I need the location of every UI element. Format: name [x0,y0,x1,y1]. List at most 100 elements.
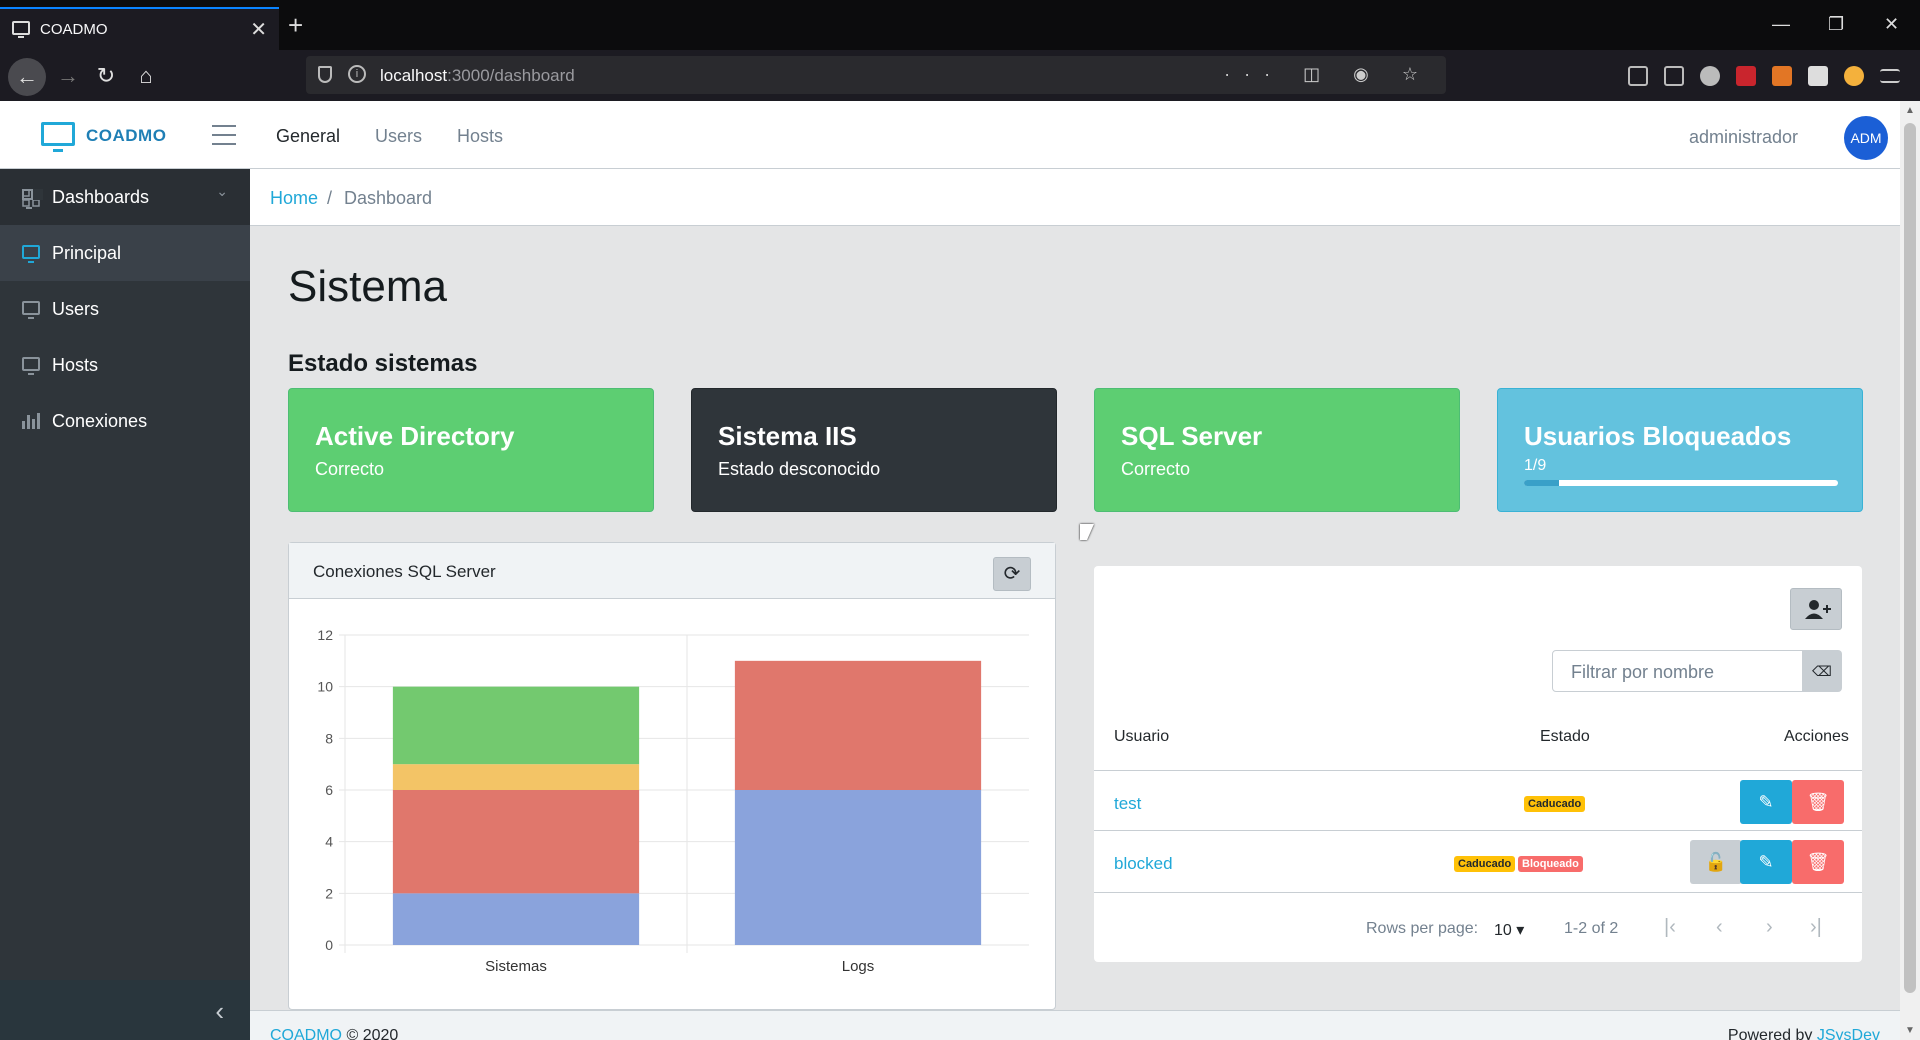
last-page-button[interactable]: ›| [1810,916,1822,939]
url-text[interactable]: localhost:3000/dashboard [380,66,575,86]
nav-hosts[interactable]: Hosts [457,126,503,147]
status-card-iis: Sistema IIS Estado desconocido [691,388,1057,512]
extension-icon[interactable] [1844,66,1864,86]
metamask-icon[interactable] [1772,66,1792,86]
column-header-actions: Acciones [1784,728,1849,745]
browser-tabbar: COADMO ✕ + — ❐ ✕ [0,0,1920,50]
x-tick-label: Sistemas [485,958,547,975]
app-header: COADMO General Users Hosts administrador… [0,101,1900,169]
users-card: Filtrar por nombre ⌫ Usuario Estado Acci… [1094,566,1862,962]
minimize-icon[interactable]: — [1772,14,1790,35]
scroll-up-icon[interactable]: ▲ [1905,105,1915,116]
footer: COADMO © 2020 Powered by JSysDev [250,1010,1900,1040]
sidebar-item-principal[interactable]: Principal [0,225,250,281]
delete-user-button[interactable]: 🗑 [1792,780,1844,824]
first-page-button[interactable]: |‹ [1664,916,1676,939]
bar-segment [392,790,640,894]
sidebar-item-conexiones[interactable]: Conexiones [0,393,250,449]
sidebar-item-users[interactable]: Users [0,281,250,337]
user-link[interactable]: test [1114,794,1141,814]
footer-left: COADMO © 2020 [270,1027,398,1040]
user-name[interactable]: administrador [1689,127,1798,148]
chart-card: Conexiones SQL Server ⟳ 0 2 4 6 8 10 12 Sistema… [288,542,1056,1010]
nav-general[interactable]: General [276,126,340,147]
browser-tab[interactable]: COADMO ✕ [0,7,279,50]
forward-button[interactable]: → [52,60,84,92]
extension-icon[interactable] [1808,66,1828,86]
restore-icon[interactable]: ❐ [1828,14,1844,35]
bar-segment [734,790,982,945]
footer-brand-link[interactable]: COADMO [270,1027,342,1040]
back-button[interactable]: ← [8,58,46,96]
scroll-thumb[interactable] [1904,123,1916,993]
column-header-user: Usuario [1114,728,1170,745]
url-actions[interactable]: ··· ◫ ◉ ☆ [1224,64,1432,85]
collapse-sidebar-button[interactable]: ‹ [215,996,224,1027]
hamburger-menu-icon[interactable] [212,125,236,145]
card-status: Correcto [315,459,385,479]
sidebar-item-hosts[interactable]: Hosts [0,337,250,393]
add-user-button[interactable] [1790,588,1842,630]
account-icon[interactable] [1700,66,1720,86]
x-tick-label: Logs [842,958,875,975]
trash-icon: 🗑 [1806,792,1830,812]
prev-page-button[interactable]: ‹ [1716,916,1723,939]
y-tick-label: 12 [317,627,333,643]
monitor-icon [22,357,40,375]
unlock-icon: 🔓 [1704,852,1728,872]
breadcrumb: Home / Dashboard [250,169,1900,226]
adblock-icon[interactable] [1736,66,1756,86]
new-tab-button[interactable]: + [288,12,303,38]
sidebar: Dashboards ⌄ Principal Users Hosts Conex… [0,169,250,1040]
sidebar-item-label: Dashboards [52,187,150,207]
sidebar-footer: ‹ [0,980,250,1040]
footer-author-link[interactable]: JSysDev [1817,1027,1880,1040]
close-tab-icon[interactable]: ✕ [250,17,267,42]
clear-filter-button[interactable]: ⌫ [1802,650,1842,692]
info-icon[interactable]: i [348,65,366,83]
progress-fill [1524,480,1559,486]
monitor-icon [12,21,30,38]
breadcrumb-home[interactable]: Home [270,188,318,209]
url-bar[interactable]: i localhost:3000/dashboard ··· ◫ ◉ ☆ [306,56,1446,94]
card-title: Sistema IIS [718,421,857,451]
rows-per-page-select[interactable]: 10 ▾ [1494,920,1524,940]
divider [1094,770,1862,771]
filter-input[interactable]: Filtrar por nombre [1552,650,1806,692]
user-edit-icon: ✎ [1758,792,1774,812]
page-title: Sistema [288,262,447,311]
stacked-bar-chart: 0 2 4 6 8 10 12 Sistemas Logs [317,627,1029,975]
next-page-button[interactable]: › [1766,916,1773,939]
menu-icon[interactable] [1880,69,1900,83]
edit-user-button[interactable]: ✎ [1740,780,1792,824]
brand-logo[interactable]: COADMO [41,120,191,152]
y-tick-label: 0 [325,937,333,953]
card-count: 1/9 [1524,457,1547,474]
toolbar-icons [1628,64,1900,88]
divider [1094,892,1862,893]
avatar[interactable]: ADM [1844,116,1888,160]
delete-user-button[interactable]: 🗑 [1792,840,1844,884]
close-window-icon[interactable]: ✕ [1884,14,1899,35]
mouse-cursor [1080,524,1094,540]
nav-users[interactable]: Users [375,126,422,147]
chevron-down-icon: ⌄ [216,183,228,199]
bar-segment [392,893,640,945]
divider [1094,830,1862,831]
chart-card-header: Conexiones SQL Server ⟳ [289,543,1055,599]
footer-right: Powered by JSysDev [1728,1027,1880,1040]
page-scrollbar[interactable]: ▲ ▼ [1900,101,1920,1040]
unlock-user-button[interactable]: 🔓 [1690,840,1742,884]
user-link[interactable]: blocked [1114,854,1173,874]
shield-icon[interactable] [318,66,332,83]
edit-user-button[interactable]: ✎ [1740,840,1792,884]
home-button[interactable]: ⌂ [130,60,162,92]
sidebar-toggle-icon[interactable] [1664,66,1684,86]
scroll-down-icon[interactable]: ▼ [1905,1025,1915,1036]
refresh-button[interactable]: ⟳ [993,557,1031,591]
add-user-icon [1805,600,1831,619]
sidebar-item-label: Principal [52,243,122,263]
sidebar-item-dashboards[interactable]: Dashboards ⌄ [0,169,250,225]
reload-button[interactable]: ↻ [90,60,122,92]
library-icon[interactable] [1628,66,1648,86]
